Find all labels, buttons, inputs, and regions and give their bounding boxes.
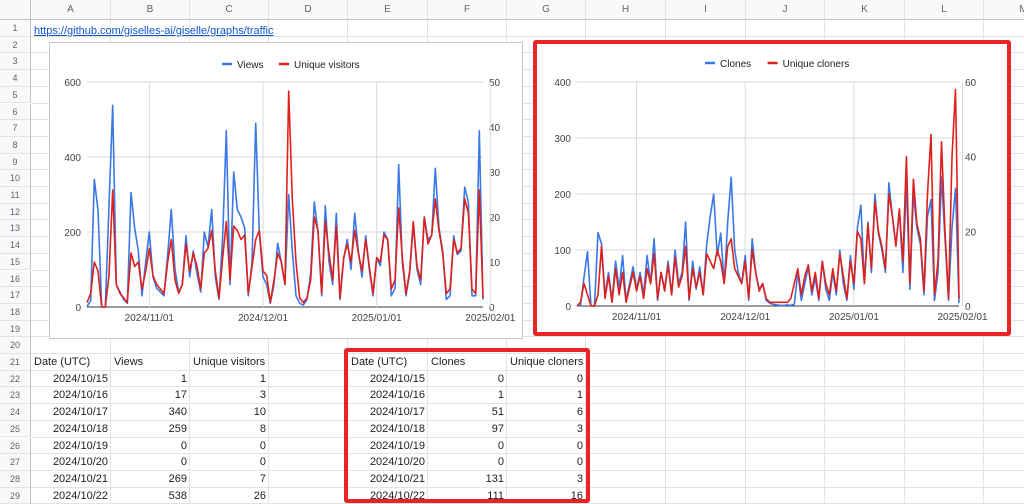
views-table-cell[interactable]: 2024/10/18 <box>34 421 108 437</box>
row-header-3[interactable]: 3 <box>0 53 31 71</box>
views-table-header-2: Unique visitors <box>193 356 266 368</box>
views-table-cell[interactable]: 8 <box>193 421 266 437</box>
left-tick-label: 0 <box>75 303 81 314</box>
row-header-14[interactable]: 14 <box>0 237 31 254</box>
row-header-17[interactable]: 17 <box>0 287 31 304</box>
views-table-cell[interactable]: 2024/10/16 <box>34 387 108 403</box>
column-header-l[interactable]: L <box>905 0 984 20</box>
views-table-cell[interactable]: 2024/10/17 <box>34 404 108 420</box>
column-header-e[interactable]: E <box>348 0 428 20</box>
views-table-cell[interactable]: 0 <box>114 438 187 454</box>
views-table-cell[interactable]: 26 <box>193 488 266 504</box>
row-header-1[interactable]: 1 <box>0 20 31 37</box>
views-table-cell[interactable]: 259 <box>114 421 187 437</box>
row-header-11[interactable]: 11 <box>0 187 31 204</box>
column-header-m[interactable]: M <box>984 0 1024 20</box>
row-header-18[interactable]: 18 <box>0 303 31 321</box>
row-header-5[interactable]: 5 <box>0 86 31 104</box>
views-table-cell[interactable]: 2024/10/19 <box>34 438 108 454</box>
row-header-15[interactable]: 15 <box>0 253 31 271</box>
column-header-j[interactable]: J <box>746 0 825 20</box>
x-tick-label: 2024/11/01 <box>125 313 175 324</box>
views-table-cell[interactable]: 10 <box>193 404 266 420</box>
row-header-23[interactable]: 23 <box>0 387 31 405</box>
column-header-b[interactable]: B <box>111 0 190 20</box>
views-table-cell[interactable]: 0 <box>114 454 187 470</box>
row-header-10[interactable]: 10 <box>0 170 31 187</box>
x-tick-label: 2025/01/01 <box>352 313 402 324</box>
row-header-26[interactable]: 26 <box>0 437 31 455</box>
views-chart-svg: 0200400600010203040502024/11/01 2024/12/0… <box>64 60 618 324</box>
views-chart[interactable]: 0 200 400 600 0 10 20 30 40 50 2024/11/01 2024/12/0… <box>49 42 618 339</box>
row-header-27[interactable]: 27 <box>0 454 31 471</box>
views-table-cell[interactable]: 2024/10/21 <box>34 471 108 487</box>
column-header-g[interactable]: G <box>507 0 586 20</box>
column-header-i[interactable]: I <box>666 0 746 20</box>
row-header-7[interactable]: 7 <box>0 120 31 137</box>
left-tick-label: 400 <box>64 153 81 164</box>
legend-label: Unique visitors <box>294 60 360 71</box>
clones-table-highlight <box>344 348 590 503</box>
x-tick-label: 2024/12/01 <box>238 313 288 324</box>
left-tick-label: 600 <box>64 78 81 89</box>
row-header-20[interactable]: 20 <box>0 337 31 354</box>
views-table-cell[interactable]: 340 <box>114 404 187 420</box>
views-table-header-1: Views <box>114 356 144 368</box>
row-header-21[interactable]: 21 <box>0 354 31 371</box>
views-table-header-0: Date (UTC) <box>34 356 91 368</box>
views-table-cell[interactable]: 3 <box>193 387 266 403</box>
left-tick-label: 200 <box>64 228 81 239</box>
column-header-f[interactable]: F <box>428 0 507 20</box>
row-header-28[interactable]: 28 <box>0 470 31 488</box>
series-line-unique-visitors <box>86 90 484 308</box>
row-header-25[interactable]: 25 <box>0 420 31 438</box>
row-header-6[interactable]: 6 <box>0 103 31 121</box>
views-table-cell[interactable]: 2024/10/15 <box>34 371 108 387</box>
row-header-9[interactable]: 9 <box>0 153 31 171</box>
views-table-cell[interactable]: 269 <box>114 471 187 487</box>
views-table-cell[interactable]: 0 <box>193 438 266 454</box>
views-table-cell[interactable]: 1 <box>193 371 266 387</box>
row-header-4[interactable]: 4 <box>0 70 31 87</box>
row-header-13[interactable]: 13 <box>0 220 31 238</box>
views-table-cell[interactable]: 17 <box>114 387 187 403</box>
row-header-12[interactable]: 12 <box>0 203 31 221</box>
views-table-cell[interactable]: 1 <box>114 371 187 387</box>
views-table-cell[interactable]: 538 <box>114 488 187 504</box>
row-header-2[interactable]: 2 <box>0 36 31 54</box>
row-header-22[interactable]: 22 <box>0 370 31 388</box>
legend-label: Views <box>237 60 264 71</box>
select-all-corner[interactable] <box>0 0 31 20</box>
x-tick-label: 2025/02/01 <box>465 313 515 324</box>
row-header-19[interactable]: 19 <box>0 320 31 338</box>
row-header-16[interactable]: 16 <box>0 270 31 288</box>
views-table-cell[interactable]: 7 <box>193 471 266 487</box>
views-table-cell[interactable]: 0 <box>193 454 266 470</box>
traffic-link[interactable]: https://github.com/giselles-ai/giselle/g… <box>34 23 273 39</box>
column-header-h[interactable]: H <box>586 0 666 20</box>
column-header-c[interactable]: C <box>190 0 269 20</box>
views-table-cell[interactable]: 2024/10/20 <box>34 454 108 470</box>
row-header-29[interactable]: 29 <box>0 487 31 504</box>
clones-chart-highlight <box>533 40 1011 336</box>
row-header-24[interactable]: 24 <box>0 404 31 421</box>
column-header-k[interactable]: K <box>825 0 905 20</box>
views-table-cell[interactable]: 2024/10/22 <box>34 488 108 504</box>
column-header-a[interactable]: A <box>31 0 111 20</box>
column-header-d[interactable]: D <box>269 0 348 20</box>
row-header-8[interactable]: 8 <box>0 136 31 154</box>
